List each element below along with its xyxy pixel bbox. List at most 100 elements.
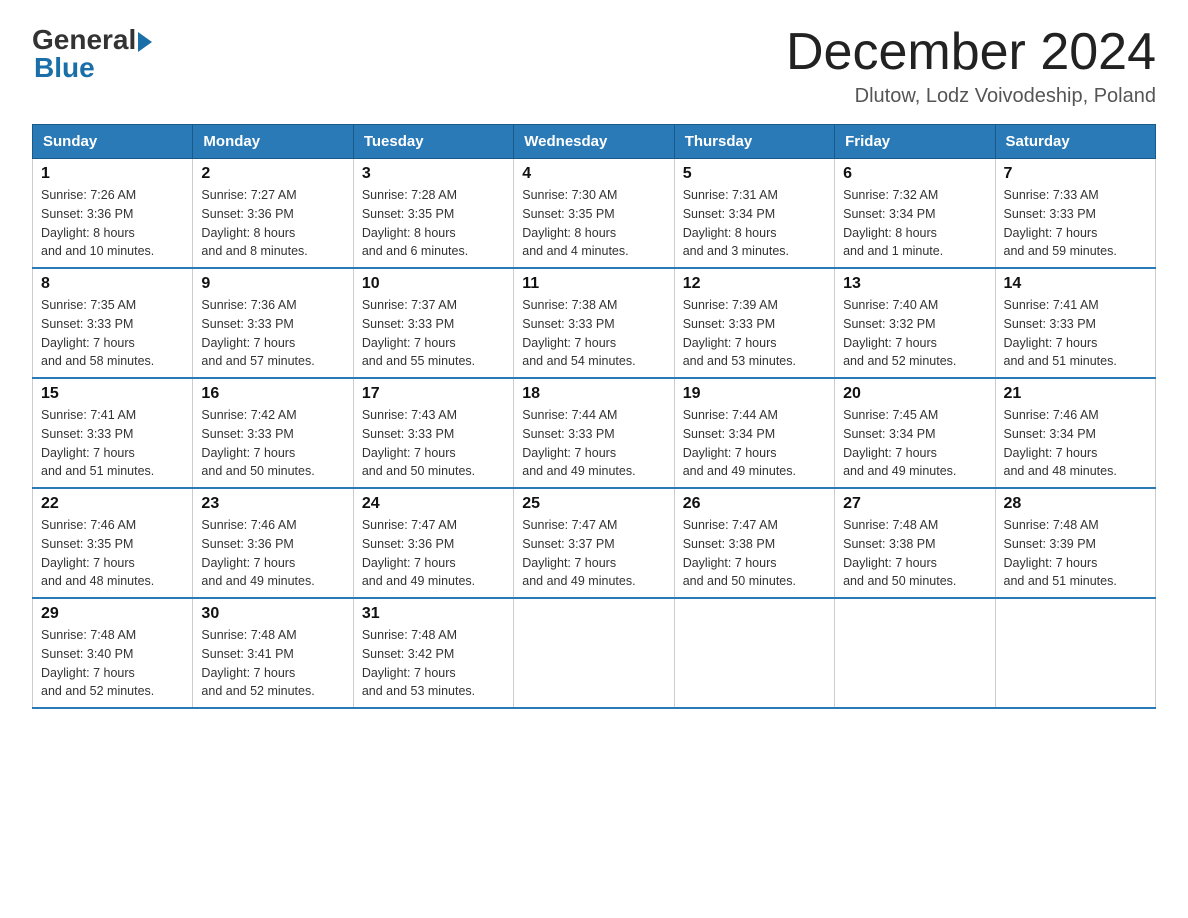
calendar-cell: 2 Sunrise: 7:27 AMSunset: 3:36 PMDaylight… xyxy=(193,159,353,269)
calendar-cell: 30 Sunrise: 7:48 AMSunset: 3:41 PMDayligh… xyxy=(193,598,353,708)
day-number: 5 xyxy=(683,165,826,183)
day-number: 9 xyxy=(201,275,344,293)
day-info: Sunrise: 7:40 AMSunset: 3:32 PMDaylight:… xyxy=(843,296,986,371)
day-info: Sunrise: 7:41 AMSunset: 3:33 PMDaylight:… xyxy=(41,406,184,481)
day-number: 3 xyxy=(362,165,505,183)
day-info: Sunrise: 7:44 AMSunset: 3:33 PMDaylight:… xyxy=(522,406,665,481)
day-number: 13 xyxy=(843,275,986,293)
day-number: 22 xyxy=(41,495,184,513)
calendar-cell: 1Sunrise: 7:26 AMSunset: 3:36 PMDaylight… xyxy=(33,159,193,269)
day-header-wednesday: Wednesday xyxy=(514,125,674,159)
day-info: Sunrise: 7:46 AMSunset: 3:34 PMDaylight:… xyxy=(1004,406,1147,481)
day-number: 21 xyxy=(1004,385,1147,403)
day-info: Sunrise: 7:45 AMSunset: 3:34 PMDaylight:… xyxy=(843,406,986,481)
day-info: Sunrise: 7:48 AMSunset: 3:40 PMDaylight:… xyxy=(41,626,184,701)
calendar-week-4: 22 Sunrise: 7:46 AMSunset: 3:35 PMDayligh… xyxy=(33,488,1156,598)
day-number: 28 xyxy=(1004,495,1147,513)
day-number: 12 xyxy=(683,275,826,293)
day-info: Sunrise: 7:46 AMSunset: 3:35 PMDaylight:… xyxy=(41,516,184,591)
day-number: 27 xyxy=(843,495,986,513)
title-section: December 2024 Dlutow, Lodz Voivodeship, … xyxy=(786,24,1156,108)
calendar-cell: 17Sunrise: 7:43 AMSunset: 3:33 PMDayligh… xyxy=(353,378,513,488)
calendar-cell: 27 Sunrise: 7:48 AMSunset: 3:38 PMDayligh… xyxy=(835,488,995,598)
calendar-cell: 19Sunrise: 7:44 AMSunset: 3:34 PMDayligh… xyxy=(674,378,834,488)
calendar-cell: 6 Sunrise: 7:32 AMSunset: 3:34 PMDaylight… xyxy=(835,159,995,269)
day-header-friday: Friday xyxy=(835,125,995,159)
day-number: 2 xyxy=(201,165,344,183)
calendar-cell: 29Sunrise: 7:48 AMSunset: 3:40 PMDayligh… xyxy=(33,598,193,708)
calendar-cell: 28 Sunrise: 7:48 AMSunset: 3:39 PMDayligh… xyxy=(995,488,1155,598)
calendar-cell: 5Sunrise: 7:31 AMSunset: 3:34 PMDaylight… xyxy=(674,159,834,269)
day-info: Sunrise: 7:44 AMSunset: 3:34 PMDaylight:… xyxy=(683,406,826,481)
day-header-row: SundayMondayTuesdayWednesdayThursdayFrid… xyxy=(33,125,1156,159)
day-number: 8 xyxy=(41,275,184,293)
day-number: 23 xyxy=(201,495,344,513)
day-number: 11 xyxy=(522,275,665,293)
calendar-cell: 21 Sunrise: 7:46 AMSunset: 3:34 PMDayligh… xyxy=(995,378,1155,488)
calendar-cell xyxy=(835,598,995,708)
calendar-cell: 18 Sunrise: 7:44 AMSunset: 3:33 PMDayligh… xyxy=(514,378,674,488)
calendar-cell: 31Sunrise: 7:48 AMSunset: 3:42 PMDayligh… xyxy=(353,598,513,708)
day-info: Sunrise: 7:47 AMSunset: 3:37 PMDaylight:… xyxy=(522,516,665,591)
day-info: Sunrise: 7:28 AMSunset: 3:35 PMDaylight:… xyxy=(362,186,505,261)
day-number: 15 xyxy=(41,385,184,403)
day-info: Sunrise: 7:37 AMSunset: 3:33 PMDaylight:… xyxy=(362,296,505,371)
day-info: Sunrise: 7:27 AMSunset: 3:36 PMDaylight:… xyxy=(201,186,344,261)
calendar-cell: 8 Sunrise: 7:35 AMSunset: 3:33 PMDaylight… xyxy=(33,268,193,378)
day-header-thursday: Thursday xyxy=(674,125,834,159)
day-number: 10 xyxy=(362,275,505,293)
calendar-cell: 12 Sunrise: 7:39 AMSunset: 3:33 PMDayligh… xyxy=(674,268,834,378)
logo: General Blue xyxy=(32,24,152,84)
logo-blue-text: Blue xyxy=(32,52,95,84)
day-info: Sunrise: 7:48 AMSunset: 3:38 PMDaylight:… xyxy=(843,516,986,591)
day-info: Sunrise: 7:48 AMSunset: 3:41 PMDaylight:… xyxy=(201,626,344,701)
calendar-cell: 10 Sunrise: 7:37 AMSunset: 3:33 PMDayligh… xyxy=(353,268,513,378)
day-info: Sunrise: 7:35 AMSunset: 3:33 PMDaylight:… xyxy=(41,296,184,371)
day-number: 6 xyxy=(843,165,986,183)
calendar-cell xyxy=(514,598,674,708)
day-info: Sunrise: 7:38 AMSunset: 3:33 PMDaylight:… xyxy=(522,296,665,371)
calendar-cell: 24Sunrise: 7:47 AMSunset: 3:36 PMDayligh… xyxy=(353,488,513,598)
day-info: Sunrise: 7:30 AMSunset: 3:35 PMDaylight:… xyxy=(522,186,665,261)
day-info: Sunrise: 7:46 AMSunset: 3:36 PMDaylight:… xyxy=(201,516,344,591)
day-number: 14 xyxy=(1004,275,1147,293)
month-title: December 2024 xyxy=(786,24,1156,81)
day-info: Sunrise: 7:42 AMSunset: 3:33 PMDaylight:… xyxy=(201,406,344,481)
day-info: Sunrise: 7:32 AMSunset: 3:34 PMDaylight:… xyxy=(843,186,986,261)
day-info: Sunrise: 7:39 AMSunset: 3:33 PMDaylight:… xyxy=(683,296,826,371)
calendar-cell: 11 Sunrise: 7:38 AMSunset: 3:33 PMDayligh… xyxy=(514,268,674,378)
day-number: 20 xyxy=(843,385,986,403)
calendar-cell: 25Sunrise: 7:47 AMSunset: 3:37 PMDayligh… xyxy=(514,488,674,598)
day-header-sunday: Sunday xyxy=(33,125,193,159)
calendar-cell: 20 Sunrise: 7:45 AMSunset: 3:34 PMDayligh… xyxy=(835,378,995,488)
calendar-cell: 3 Sunrise: 7:28 AMSunset: 3:35 PMDaylight… xyxy=(353,159,513,269)
calendar-cell: 7Sunrise: 7:33 AMSunset: 3:33 PMDaylight… xyxy=(995,159,1155,269)
calendar-cell: 13 Sunrise: 7:40 AMSunset: 3:32 PMDayligh… xyxy=(835,268,995,378)
calendar-cell: 22 Sunrise: 7:46 AMSunset: 3:35 PMDayligh… xyxy=(33,488,193,598)
calendar-cell: 23 Sunrise: 7:46 AMSunset: 3:36 PMDayligh… xyxy=(193,488,353,598)
page-header: General Blue December 2024 Dlutow, Lodz … xyxy=(32,24,1156,108)
calendar-header: SundayMondayTuesdayWednesdayThursdayFrid… xyxy=(33,125,1156,159)
day-info: Sunrise: 7:26 AMSunset: 3:36 PMDaylight:… xyxy=(41,186,184,261)
day-header-tuesday: Tuesday xyxy=(353,125,513,159)
day-info: Sunrise: 7:47 AMSunset: 3:36 PMDaylight:… xyxy=(362,516,505,591)
logo-arrow-icon xyxy=(138,32,152,52)
day-number: 30 xyxy=(201,605,344,623)
calendar-week-1: 1Sunrise: 7:26 AMSunset: 3:36 PMDaylight… xyxy=(33,159,1156,269)
calendar-week-3: 15 Sunrise: 7:41 AMSunset: 3:33 PMDayligh… xyxy=(33,378,1156,488)
day-number: 18 xyxy=(522,385,665,403)
day-header-saturday: Saturday xyxy=(995,125,1155,159)
calendar-body: 1Sunrise: 7:26 AMSunset: 3:36 PMDaylight… xyxy=(33,159,1156,709)
day-header-monday: Monday xyxy=(193,125,353,159)
day-number: 16 xyxy=(201,385,344,403)
calendar-table: SundayMondayTuesdayWednesdayThursdayFrid… xyxy=(32,124,1156,709)
calendar-cell: 26Sunrise: 7:47 AMSunset: 3:38 PMDayligh… xyxy=(674,488,834,598)
day-info: Sunrise: 7:41 AMSunset: 3:33 PMDaylight:… xyxy=(1004,296,1147,371)
day-info: Sunrise: 7:43 AMSunset: 3:33 PMDaylight:… xyxy=(362,406,505,481)
calendar-cell: 16 Sunrise: 7:42 AMSunset: 3:33 PMDayligh… xyxy=(193,378,353,488)
day-info: Sunrise: 7:33 AMSunset: 3:33 PMDaylight:… xyxy=(1004,186,1147,261)
calendar-cell: 14 Sunrise: 7:41 AMSunset: 3:33 PMDayligh… xyxy=(995,268,1155,378)
calendar-cell xyxy=(674,598,834,708)
calendar-week-2: 8 Sunrise: 7:35 AMSunset: 3:33 PMDaylight… xyxy=(33,268,1156,378)
day-info: Sunrise: 7:48 AMSunset: 3:39 PMDaylight:… xyxy=(1004,516,1147,591)
